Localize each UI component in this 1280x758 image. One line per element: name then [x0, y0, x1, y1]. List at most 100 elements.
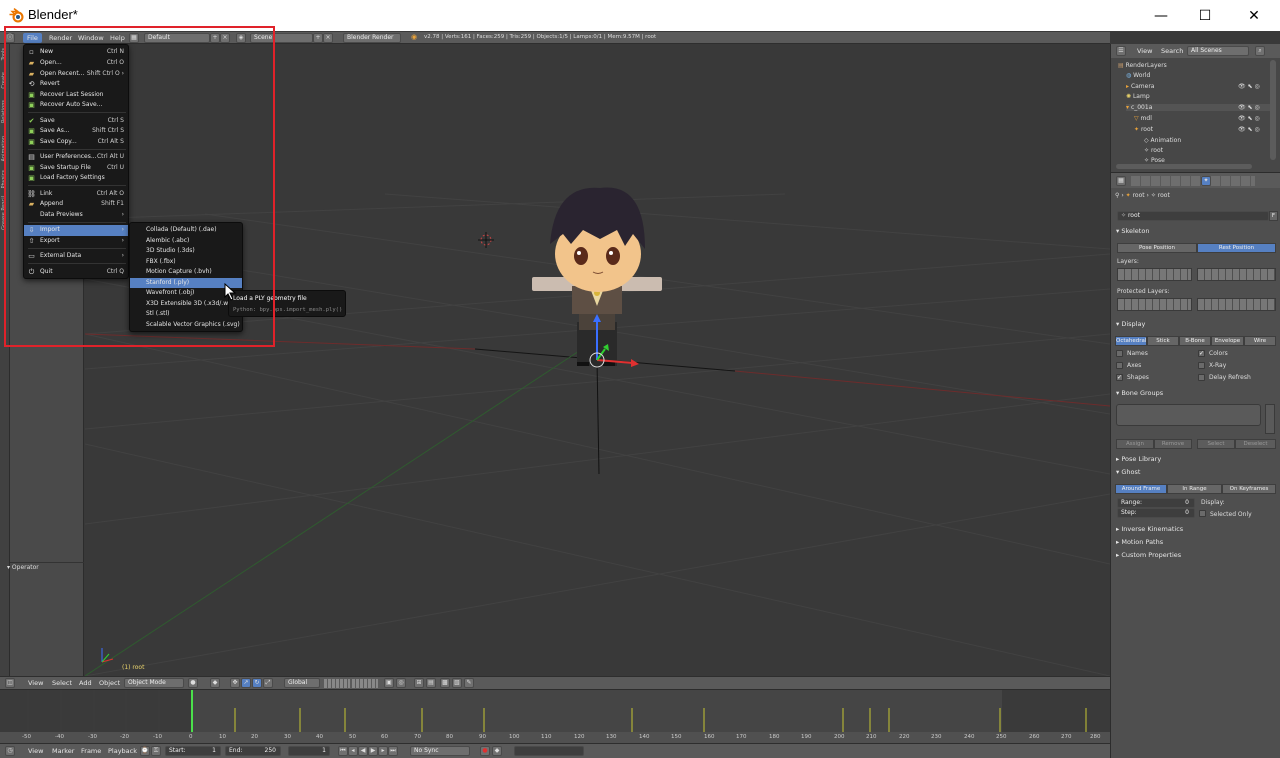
- display-wire-button[interactable]: Wire: [1244, 336, 1276, 346]
- ghost-around-frame-button[interactable]: Around Frame: [1115, 484, 1167, 494]
- viewport-editor-type-icon[interactable]: ◫: [5, 678, 15, 688]
- visibility-icons-row[interactable]: 👁 ⬉ ◎: [1238, 115, 1260, 122]
- sync-mode-selector[interactable]: No Sync: [410, 746, 470, 756]
- outliner-menu-search[interactable]: Search: [1157, 46, 1187, 56]
- maximize-button[interactable]: ☐: [1181, 0, 1229, 31]
- rotate-icon[interactable]: ↻: [252, 678, 262, 688]
- context-tabs[interactable]: [1131, 176, 1255, 186]
- minimize-button[interactable]: —: [1137, 0, 1185, 31]
- custom-properties-panel-header[interactable]: ▸ Custom Properties: [1116, 551, 1181, 559]
- outliner-row[interactable]: ◇ Animation: [1144, 137, 1181, 144]
- display-bbone-button[interactable]: B-Bone: [1179, 336, 1211, 346]
- outliner-row[interactable]: ✧ Pose: [1144, 157, 1165, 164]
- ghost-on-keyframes-button[interactable]: On Keyframes: [1222, 484, 1276, 494]
- jump-prev-key-icon[interactable]: ◂: [348, 746, 358, 756]
- timeline-menu-frame[interactable]: Frame: [77, 746, 105, 756]
- xray-checkbox[interactable]: [1198, 362, 1205, 369]
- shading-icon[interactable]: ●: [188, 678, 198, 688]
- outliner-filter-selector[interactable]: All Scenes: [1187, 46, 1249, 56]
- operator-panel-header[interactable]: ▾ Operator: [7, 564, 39, 571]
- scene-remove-icon[interactable]: ×: [323, 33, 333, 43]
- close-button[interactable]: ✕: [1230, 0, 1278, 31]
- rest-position-button[interactable]: Rest Position: [1197, 243, 1276, 253]
- viewport-menu-object[interactable]: Object: [95, 678, 124, 688]
- scale-icon[interactable]: ⤢: [263, 678, 273, 688]
- timeline-menu-view[interactable]: View: [24, 746, 47, 756]
- motion-paths-panel-header[interactable]: ▸ Motion Paths: [1116, 538, 1163, 546]
- outliner-row[interactable]: ✦ root: [1134, 126, 1153, 133]
- outliner-editor-type-icon[interactable]: ☰: [1116, 46, 1126, 56]
- render-engine-selector[interactable]: Blender Render: [343, 33, 401, 43]
- viewport-menu-add[interactable]: Add: [75, 678, 96, 688]
- visibility-icons-row[interactable]: 👁 ⬉ ◎: [1238, 126, 1260, 133]
- timeline-editor[interactable]: -50 -40 -30 -20 -10 0 10 20 30 40 50 60 …: [0, 689, 1110, 744]
- ghost-panel-header[interactable]: ▾ Ghost: [1116, 468, 1140, 476]
- outliner-menu-view[interactable]: View: [1133, 46, 1156, 56]
- bone-group-assign-button[interactable]: Assign: [1116, 439, 1154, 449]
- jump-next-key-icon[interactable]: ▸: [378, 746, 388, 756]
- ghost-range-field[interactable]: Range: 0: [1117, 498, 1195, 508]
- bone-group-select-button[interactable]: Select: [1197, 439, 1235, 449]
- mode-selector[interactable]: Object Mode: [124, 678, 184, 688]
- timeline-editor-type-icon[interactable]: ◷: [5, 746, 15, 756]
- pin-icon[interactable]: ⚲: [1115, 192, 1119, 199]
- scene-add-icon[interactable]: +: [313, 33, 323, 43]
- lock-time-icon[interactable]: ⚿: [151, 746, 161, 756]
- colors-checkbox[interactable]: ✓: [1198, 350, 1205, 357]
- end-frame-field[interactable]: End: 250: [225, 746, 281, 756]
- preview-range-icon[interactable]: ⌚: [140, 746, 150, 756]
- opengl-render-icon[interactable]: ▩: [440, 678, 450, 688]
- pose-position-button[interactable]: Pose Position: [1117, 243, 1197, 253]
- bone-group-deselect-button[interactable]: Deselect: [1235, 439, 1276, 449]
- current-frame-field[interactable]: 1: [288, 746, 330, 756]
- outliner-row[interactable]: ✧ root: [1144, 147, 1163, 154]
- ghost-in-range-button[interactable]: In Range: [1167, 484, 1222, 494]
- delay-refresh-checkbox[interactable]: [1198, 374, 1205, 381]
- layers-grid-b[interactable]: [1197, 268, 1276, 281]
- translate-icon[interactable]: ↗: [241, 678, 251, 688]
- selected-only-checkbox[interactable]: [1199, 510, 1206, 517]
- display-octahedral-button[interactable]: Octahedral: [1115, 336, 1147, 346]
- viewport-menu-view[interactable]: View: [24, 678, 47, 688]
- display-envelope-button[interactable]: Envelope: [1211, 336, 1244, 346]
- properties-editor-type-icon[interactable]: ▦: [1116, 176, 1126, 186]
- bone-group-remove-button[interactable]: Remove: [1154, 439, 1192, 449]
- jump-start-icon[interactable]: ⏮: [338, 746, 348, 756]
- armature-name-field[interactable]: ✧ root: [1117, 211, 1269, 221]
- opengl-anim-icon[interactable]: ▧: [452, 678, 462, 688]
- render-preview-icon[interactable]: ◎: [396, 678, 406, 688]
- jump-end-icon[interactable]: ⏭: [388, 746, 398, 756]
- protected-layers-grid-b[interactable]: [1197, 298, 1276, 311]
- orientation-selector[interactable]: Global: [284, 678, 320, 688]
- manipulator-toggle-icon[interactable]: ✥: [230, 678, 240, 688]
- grease-pencil-icon[interactable]: ✎: [464, 678, 474, 688]
- layer-buttons-b[interactable]: [352, 679, 378, 688]
- play-reverse-icon[interactable]: ◀: [358, 746, 368, 756]
- shapes-checkbox[interactable]: ✓: [1116, 374, 1123, 381]
- outliner-scrollbar[interactable]: [1270, 60, 1276, 160]
- bone-groups-panel-header[interactable]: ▾ Bone Groups: [1116, 389, 1163, 397]
- protected-layers-grid-a[interactable]: [1117, 298, 1192, 311]
- snap-target-icon[interactable]: ▤: [426, 678, 436, 688]
- visibility-icons-row[interactable]: 👁 ⬉ ◎: [1238, 104, 1260, 111]
- names-checkbox[interactable]: [1116, 350, 1123, 357]
- timeline-menu-playback[interactable]: Playback: [104, 746, 141, 756]
- axes-checkbox[interactable]: [1116, 362, 1123, 369]
- play-icon[interactable]: ▶: [368, 746, 378, 756]
- record-icon[interactable]: ●: [480, 746, 490, 756]
- armature-tab-icon[interactable]: ✦: [1201, 176, 1211, 186]
- pose-library-panel-header[interactable]: ▸ Pose Library: [1116, 455, 1161, 463]
- bone-groups-list-controls[interactable]: [1265, 404, 1275, 434]
- outliner-row[interactable]: ◍ World: [1126, 72, 1150, 79]
- display-stick-button[interactable]: Stick: [1147, 336, 1179, 346]
- layer-buttons-a[interactable]: [324, 679, 350, 688]
- 3d-cursor-icon[interactable]: [478, 232, 494, 248]
- keying-set-field[interactable]: [514, 746, 584, 756]
- inverse-kinematics-panel-header[interactable]: ▸ Inverse Kinematics: [1116, 525, 1183, 533]
- snap-icon[interactable]: ⊞: [414, 678, 424, 688]
- bone-groups-list[interactable]: [1116, 404, 1261, 426]
- skeleton-panel-header[interactable]: ▾ Skeleton: [1116, 227, 1149, 235]
- fake-user-button[interactable]: F: [1269, 211, 1278, 221]
- keying-set-icon[interactable]: ◆: [492, 746, 502, 756]
- outliner-row[interactable]: ▸ Camera: [1126, 83, 1154, 90]
